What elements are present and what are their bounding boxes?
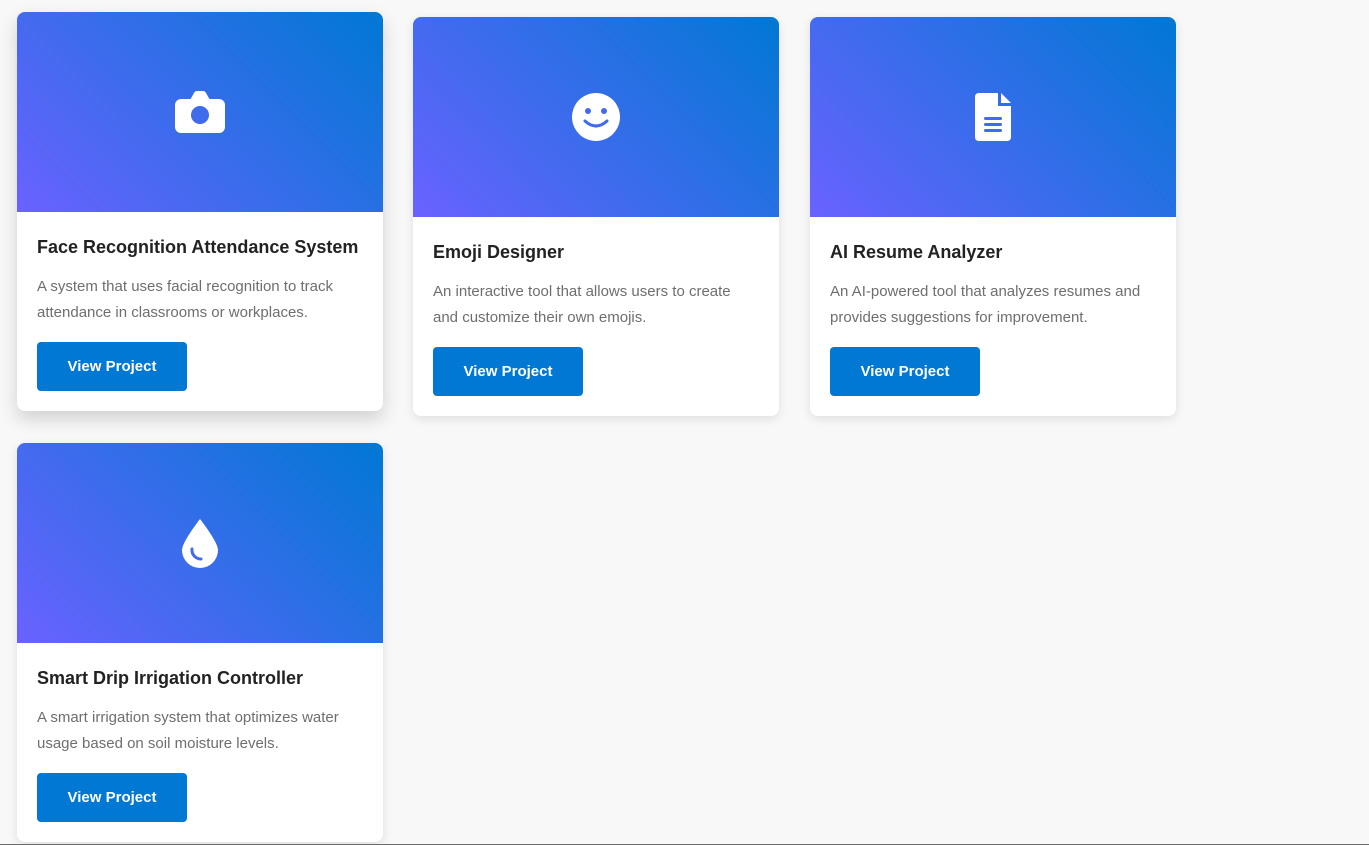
project-card-body: Face Recognition Attendance System A sys…: [17, 212, 383, 411]
project-title: Face Recognition Attendance System: [37, 237, 359, 257]
view-project-button[interactable]: View Project: [433, 347, 583, 396]
project-card-body: Emoji Designer An interactive tool that …: [413, 217, 779, 416]
project-card-banner: [810, 17, 1176, 217]
project-description: A smart irrigation system that optimizes…: [37, 709, 339, 752]
project-card-ai-resume-analyzer: AI Resume Analyzer An AI-powered tool th…: [810, 17, 1176, 416]
project-card-emoji-designer: Emoji Designer An interactive tool that …: [413, 17, 779, 416]
project-card-body: Smart Drip Irrigation Controller A smart…: [17, 643, 383, 842]
project-card-banner: [17, 443, 383, 643]
view-project-button[interactable]: View Project: [37, 342, 187, 391]
project-title: Emoji Designer: [433, 242, 565, 262]
project-card-face-recognition: Face Recognition Attendance System A sys…: [17, 12, 383, 411]
project-card-banner: [17, 12, 383, 212]
camera-icon: [175, 90, 225, 134]
water-drop-icon: [181, 518, 219, 568]
smile-icon: [571, 92, 621, 142]
project-card-body: AI Resume Analyzer An AI-powered tool th…: [810, 217, 1176, 416]
document-icon: [974, 92, 1012, 142]
project-card-smart-drip-irrigation: Smart Drip Irrigation Controller A smart…: [17, 443, 383, 842]
project-description: An AI-powered tool that analyzes resumes…: [830, 283, 1141, 326]
view-project-button[interactable]: View Project: [830, 347, 980, 396]
project-description: A system that uses facial recognition to…: [37, 278, 333, 321]
project-card-banner: [413, 17, 779, 217]
project-description: An interactive tool that allows users to…: [433, 283, 731, 326]
project-title: Smart Drip Irrigation Controller: [37, 668, 304, 688]
project-title: AI Resume Analyzer: [830, 242, 1003, 262]
view-project-button[interactable]: View Project: [37, 773, 187, 822]
